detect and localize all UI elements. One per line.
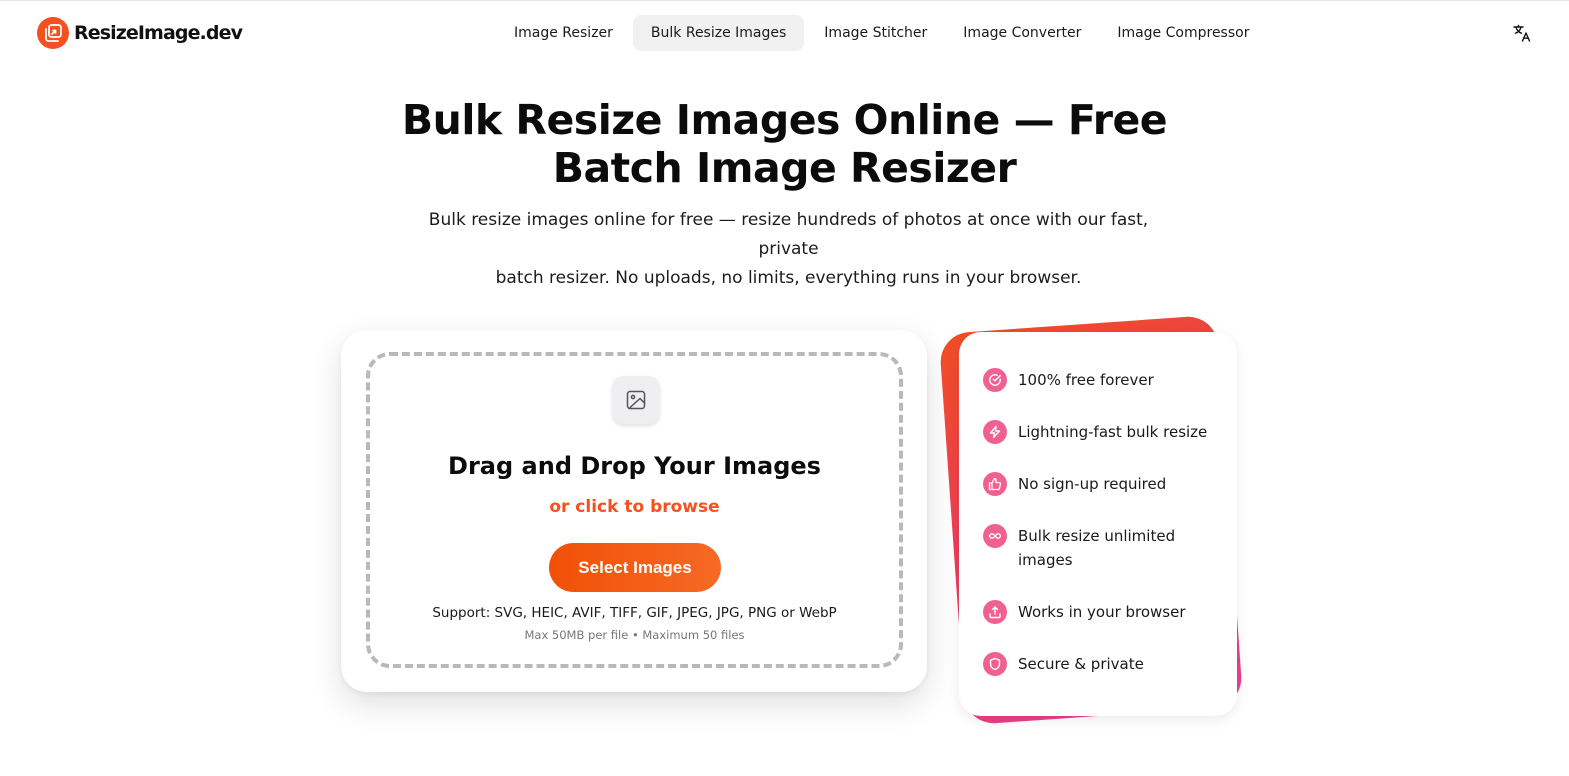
shield-icon <box>983 652 1007 676</box>
logo-icon <box>37 17 69 49</box>
infinity-icon <box>983 524 1007 548</box>
feature-item: Lightning-fast bulk resize <box>983 420 1208 444</box>
nav-image-resizer[interactable]: Image Resizer <box>496 15 631 51</box>
page-title-line-1: Bulk Resize Images Online — Free <box>401 96 1168 144</box>
nav-image-converter[interactable]: Image Converter <box>945 15 1099 51</box>
site-logo[interactable]: ResizeImage.dev <box>37 17 243 49</box>
main-nav: Image Resizer Bulk Resize Images Image S… <box>496 15 1267 51</box>
feature-text: Bulk resize unlimited images <box>1018 527 1176 569</box>
feature-item: 100% free forever <box>983 368 1208 392</box>
image-icon <box>612 376 660 424</box>
supported-formats: Support: SVG, HEIC, AVIF, TIFF, GIF, JPE… <box>432 605 837 621</box>
page-subtitle: Bulk resize images online for free — res… <box>410 206 1167 293</box>
feature-text: Works in your browser <box>1018 603 1186 621</box>
check-circle-icon <box>983 368 1007 392</box>
feature-text: No sign-up required <box>1018 475 1167 493</box>
page-subtitle-line-2: batch resizer. No uploads, no limits, ev… <box>495 268 1082 288</box>
browse-link[interactable]: or click to browse <box>370 497 899 517</box>
logo-text: ResizeImage.dev <box>74 22 243 44</box>
dropzone-title: Drag and Drop Your Images <box>448 452 821 480</box>
feature-text: Lightning-fast bulk resize <box>1018 423 1208 441</box>
feature-item: Works in your browser <box>983 600 1208 624</box>
feature-item: Bulk resize unlimited images <box>983 524 1208 572</box>
page-title: Bulk Resize Images Online — Free Batch I… <box>0 96 1569 192</box>
top-border <box>0 0 1569 1</box>
file-limits: Max 50MB per file • Maximum 50 files <box>524 628 745 642</box>
lightning-icon <box>983 420 1007 444</box>
select-images-button[interactable]: Select Images <box>549 543 721 592</box>
upload-icon <box>983 600 1007 624</box>
translate-icon[interactable] <box>1512 23 1532 43</box>
dropzone[interactable]: Drag and Drop Your Images or click to br… <box>366 352 903 668</box>
features-card: 100% free forever Lightning-fast bulk re… <box>959 332 1237 716</box>
page-title-line-2: Batch Image Resizer <box>552 144 1017 192</box>
upload-card: Drag and Drop Your Images or click to br… <box>341 330 927 692</box>
feature-item: Secure & private <box>983 652 1208 676</box>
thumbs-up-icon <box>983 472 1007 496</box>
feature-text: 100% free forever <box>1018 371 1154 389</box>
feature-item: No sign-up required <box>983 472 1208 496</box>
page-subtitle-line-1: Bulk resize images online for free — res… <box>428 210 1149 259</box>
nav-image-compressor[interactable]: Image Compressor <box>1099 15 1267 51</box>
nav-image-stitcher[interactable]: Image Stitcher <box>806 15 945 51</box>
nav-bulk-resize-images[interactable]: Bulk Resize Images <box>632 15 805 51</box>
feature-text: Secure & private <box>1018 655 1144 673</box>
